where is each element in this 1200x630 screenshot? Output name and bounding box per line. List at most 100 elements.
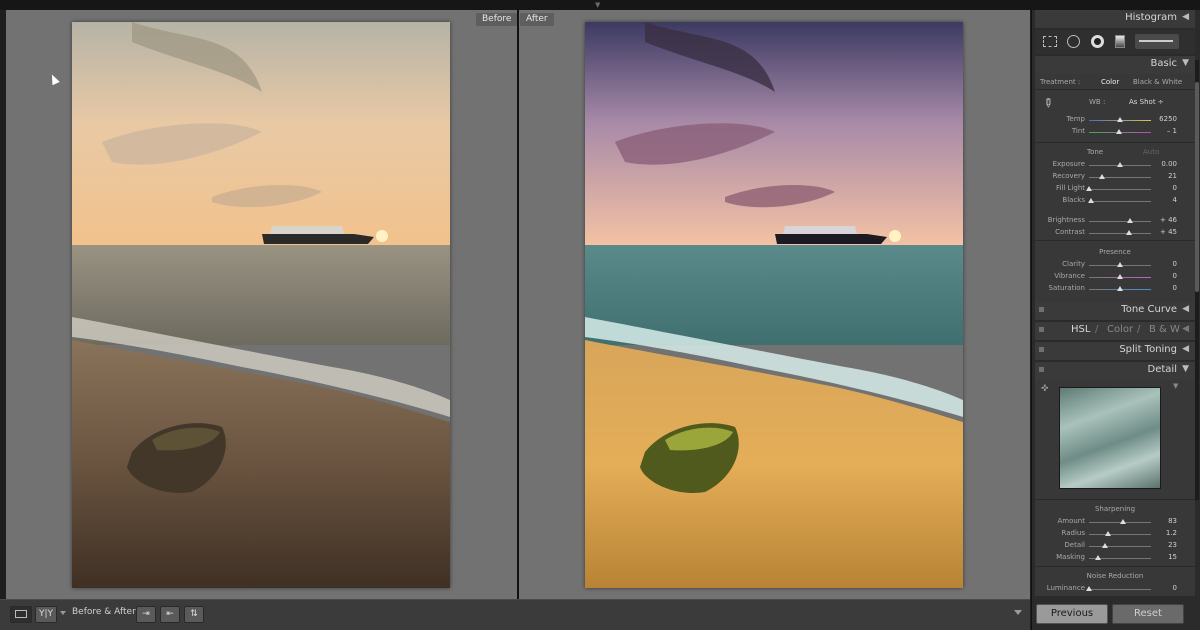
collapse-top-icon[interactable]: ▼ xyxy=(595,1,600,9)
treatment-color-option[interactable]: Color xyxy=(1101,78,1119,86)
blacks-value[interactable]: 4 xyxy=(1147,196,1177,204)
detail-value[interactable]: 23 xyxy=(1147,541,1177,549)
panel-scrollbar-thumb[interactable] xyxy=(1195,82,1199,292)
contrast-label: Contrast xyxy=(1055,228,1085,236)
spot-removal-icon[interactable] xyxy=(1067,35,1080,48)
contrast-value[interactable]: + 45 xyxy=(1147,228,1177,236)
wb-select[interactable]: As Shot ÷ xyxy=(1129,98,1164,106)
amount-value[interactable]: 83 xyxy=(1147,517,1177,525)
basic-title: Basic xyxy=(1150,58,1177,69)
detail-switch-icon[interactable] xyxy=(1039,367,1044,372)
wb-label: WB : xyxy=(1089,98,1106,106)
amount-knob[interactable] xyxy=(1120,519,1127,524)
saturation-value[interactable]: 0 xyxy=(1147,284,1177,292)
copy-before-to-after-button[interactable]: ⇥ xyxy=(136,606,156,623)
tone-curve-title: Tone Curve xyxy=(1121,304,1177,315)
treatment-bw-option[interactable]: Black & White xyxy=(1133,78,1182,86)
copy-after-to-before-button[interactable]: ⇤ xyxy=(160,606,180,623)
temp-knob[interactable] xyxy=(1117,117,1123,122)
loupe-view-button[interactable] xyxy=(10,606,32,623)
histogram-toggle-icon[interactable]: ◀ xyxy=(1182,12,1189,22)
tone-auto-button[interactable]: Auto xyxy=(1143,148,1159,156)
contrast-knob[interactable] xyxy=(1125,230,1132,235)
radius-knob[interactable] xyxy=(1104,531,1111,536)
split-toning-switch-icon[interactable] xyxy=(1039,347,1044,352)
previous-button[interactable]: Previous xyxy=(1036,604,1108,624)
crop-overlay-icon[interactable] xyxy=(1043,36,1057,47)
hsl-color-tab[interactable]: Color xyxy=(1107,324,1133,335)
recovery-value[interactable]: 21 xyxy=(1147,172,1177,180)
saturation-knob[interactable] xyxy=(1117,286,1123,291)
histogram-header[interactable]: Histogram ◀ xyxy=(1035,10,1195,28)
mouse-cursor-icon xyxy=(48,72,60,86)
detail-track xyxy=(1089,546,1151,547)
exposure-value[interactable]: 0.00 xyxy=(1147,160,1177,168)
before-photo[interactable] xyxy=(72,22,450,588)
detail-header[interactable]: Detail ▼ xyxy=(1035,362,1195,380)
exposure-knob[interactable] xyxy=(1117,162,1123,167)
develop-right-panel: Histogram ◀ Basic ▼ Treatment : Color Bl… xyxy=(1031,10,1200,630)
luminance-track xyxy=(1089,589,1151,590)
divider xyxy=(1035,89,1195,90)
hsl-bw-tab[interactable]: B & W xyxy=(1149,324,1180,335)
before-after-yy-button[interactable]: Y|Y xyxy=(35,606,57,623)
hsl-toggle-icon[interactable]: ◀ xyxy=(1182,324,1189,334)
split-divider xyxy=(517,10,519,599)
recovery-knob[interactable] xyxy=(1099,174,1106,179)
filllight-value[interactable]: 0 xyxy=(1147,184,1177,192)
vibrance-value[interactable]: 0 xyxy=(1147,272,1177,280)
radius-track xyxy=(1089,534,1151,535)
exposure-label: Exposure xyxy=(1052,160,1085,168)
hsl-separator-1: / xyxy=(1095,324,1099,335)
basic-toggle-icon[interactable]: ▼ xyxy=(1182,58,1189,68)
view-mode-dropdown-icon[interactable] xyxy=(60,611,66,615)
brightness-knob[interactable] xyxy=(1126,218,1133,223)
split-toning-header[interactable]: Split Toning ◀ xyxy=(1035,342,1195,360)
luminance-knob[interactable] xyxy=(1086,586,1092,591)
clarity-knob[interactable] xyxy=(1117,262,1123,267)
hsl-separator-2: / xyxy=(1137,324,1141,335)
adjustment-brush-button[interactable] xyxy=(1135,34,1179,49)
saturation-label: Saturation xyxy=(1048,284,1086,292)
tint-value[interactable]: – 1 xyxy=(1147,127,1177,135)
lightroom-develop-window: ▼ Before After Y|Y Before & After: ⇥ ⇤ … xyxy=(0,0,1200,630)
masking-knob[interactable] xyxy=(1095,555,1102,560)
wb-eyedropper-icon[interactable]: ✎ xyxy=(1040,94,1057,111)
tool-strip xyxy=(1035,30,1195,54)
split-toning-toggle-icon[interactable]: ◀ xyxy=(1182,344,1189,354)
detail-preview-menu-icon[interactable]: ▼ xyxy=(1173,382,1178,390)
tint-knob[interactable] xyxy=(1116,129,1123,134)
vibrance-knob[interactable] xyxy=(1117,274,1123,279)
reset-button[interactable]: Reset xyxy=(1112,604,1184,624)
tint-label: Tint xyxy=(1071,127,1085,135)
brightness-value[interactable]: + 46 xyxy=(1147,216,1177,224)
tone-curve-header[interactable]: Tone Curve ◀ xyxy=(1035,302,1195,320)
detail-preview-image[interactable] xyxy=(1059,387,1161,489)
detail-knob[interactable] xyxy=(1101,543,1108,548)
toolbar-content-dropdown-icon[interactable] xyxy=(1014,610,1022,615)
hsl-header[interactable]: HSL / Color / B & W ◀ xyxy=(1035,322,1195,340)
top-panel-toggle[interactable]: ▼ xyxy=(0,0,1200,10)
blacks-knob[interactable] xyxy=(1088,198,1095,203)
masking-value[interactable]: 15 xyxy=(1147,553,1177,561)
after-photo[interactable] xyxy=(585,22,963,588)
panel-scrollbar[interactable] xyxy=(1195,60,1199,500)
radius-value[interactable]: 1.2 xyxy=(1147,529,1177,537)
before-after-view: Before After xyxy=(6,10,1030,599)
tone-curve-switch-icon[interactable] xyxy=(1039,307,1044,312)
temp-value[interactable]: 6250 xyxy=(1147,115,1177,123)
graduated-filter-icon[interactable] xyxy=(1115,35,1125,48)
hsl-switch-icon[interactable] xyxy=(1039,327,1044,332)
red-eye-icon[interactable] xyxy=(1091,35,1104,48)
loupe-view-icon xyxy=(15,610,27,618)
split-toning-title: Split Toning xyxy=(1119,344,1177,355)
filllight-knob[interactable] xyxy=(1086,186,1092,191)
basic-header[interactable]: Basic ▼ xyxy=(1035,56,1195,74)
detail-toggle-icon[interactable]: ▼ xyxy=(1182,364,1189,374)
tone-curve-toggle-icon[interactable]: ◀ xyxy=(1182,304,1189,314)
luminance-value[interactable]: 0 xyxy=(1147,584,1177,592)
detail-target-icon[interactable]: ✜ xyxy=(1041,384,1049,394)
clarity-value[interactable]: 0 xyxy=(1147,260,1177,268)
swap-settings-button[interactable]: ⇅ xyxy=(184,606,204,623)
hsl-tab[interactable]: HSL xyxy=(1071,324,1090,335)
